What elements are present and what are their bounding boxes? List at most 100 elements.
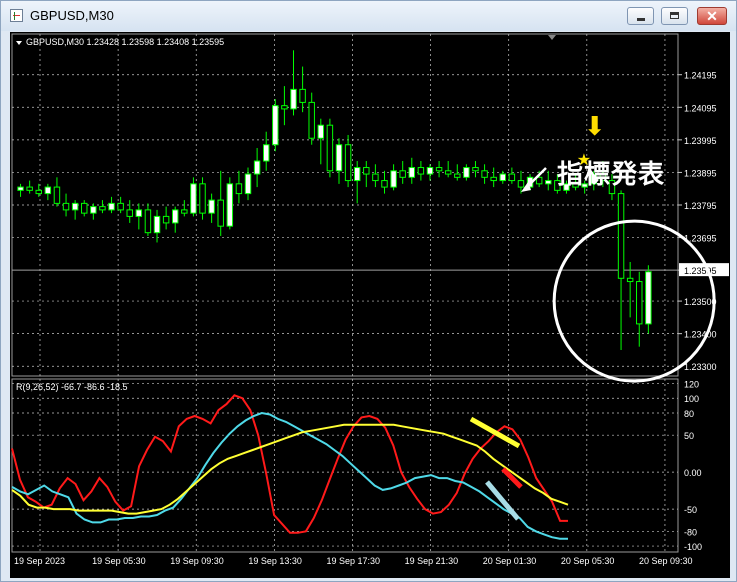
- candle-body: [335, 144, 343, 172]
- price-axis-label: 1.23300: [684, 362, 717, 372]
- indicator-axis-label: 50: [684, 431, 694, 441]
- candle-body: [181, 209, 188, 214]
- candle-body: [117, 202, 124, 211]
- candle-body: [135, 209, 143, 217]
- chart-area[interactable]: 19 Sep 2023 19 Sep 05:30 19 Sep 09:30 19 Se…: [10, 32, 730, 578]
- time-axis-label: 20 Sep 09:30: [639, 556, 693, 566]
- price-and-indicator-chart[interactable]: 19 Sep 2023 19 Sep 05:30 19 Sep 09:30 19 Se…: [10, 32, 730, 578]
- candle: [199, 177, 206, 220]
- indicator-axis-label: -50: [684, 505, 697, 515]
- window-title: GBPUSD,M30: [30, 8, 114, 23]
- minimize-icon: [628, 8, 653, 24]
- time-axis-label: 19 Sep 05:30: [92, 556, 146, 566]
- candle-body: [272, 105, 279, 146]
- chart-app-icon: [10, 9, 23, 22]
- candle-body: [44, 186, 52, 195]
- candle-body: [162, 215, 170, 224]
- candle-body: [217, 199, 224, 227]
- candle-body: [363, 167, 370, 175]
- time-axis-label: 19 Sep 17:30: [326, 556, 380, 566]
- candle-body: [472, 167, 479, 172]
- indicator-axis-label: 80: [684, 409, 694, 419]
- candle-body: [408, 167, 416, 178]
- maximize-icon: [662, 8, 687, 24]
- candle-body: [372, 173, 379, 182]
- candle-body: [281, 105, 288, 110]
- candle-body: [308, 101, 315, 139]
- announcement-caption: 指標発表: [557, 159, 666, 189]
- candle-body: [208, 199, 215, 214]
- candle-body: [353, 167, 361, 182]
- price-axis-label: 1.24195: [684, 71, 717, 81]
- candle-body: [171, 209, 179, 224]
- down-arrow-icon: ⬇: [584, 112, 606, 142]
- indicator-axis-label: 0.00: [684, 468, 702, 478]
- candle-body: [144, 209, 152, 234]
- candle-body: [199, 183, 206, 214]
- indicator-axis-label: -80: [684, 527, 697, 537]
- current-price-label: 1.23595: [684, 266, 717, 276]
- candle-body: [508, 173, 516, 182]
- candle-body: [545, 180, 552, 185]
- price-axis-label: 1.24095: [684, 103, 717, 113]
- indicator-axis-label: 120: [684, 379, 699, 389]
- candle-body: [81, 202, 88, 214]
- candle-body: [645, 271, 652, 325]
- candle-body: [126, 209, 133, 217]
- candle-body: [626, 277, 634, 283]
- candle: [272, 99, 279, 152]
- candle-body: [290, 88, 297, 110]
- price-axis-label: 1.23795: [684, 201, 717, 211]
- candle-body: [226, 183, 234, 227]
- candle-body: [490, 176, 497, 182]
- candle-body: [26, 186, 33, 191]
- candle: [226, 177, 234, 230]
- candle-body: [317, 124, 325, 139]
- chart-window: GBPUSD,M30 ✕ 19 Sep 2023 19 Sep 05:30 19 S…: [0, 0, 737, 582]
- candle-body: [517, 180, 525, 188]
- symbol-header: GBPUSD,M30 1.23428 1.23598 1.23408 1.235…: [26, 37, 224, 47]
- candle-body: [53, 186, 61, 204]
- candle-body: [299, 88, 306, 103]
- candle-body: [617, 193, 625, 279]
- candle: [326, 118, 334, 178]
- candle-body: [454, 173, 461, 178]
- candle-body: [90, 206, 97, 214]
- candle-body: [244, 173, 252, 195]
- candle-body: [344, 144, 352, 182]
- candle-body: [71, 202, 79, 211]
- candle-body: [444, 170, 452, 175]
- candle-body: [17, 186, 24, 191]
- price-axis-label: 1.23400: [684, 330, 717, 340]
- time-axis-label: 20 Sep 01:30: [483, 556, 537, 566]
- candle-body: [426, 167, 434, 175]
- time-axis-label: 20 Sep 05:30: [561, 556, 615, 566]
- candle-body: [417, 167, 425, 175]
- candle-body: [62, 202, 70, 211]
- title-bar[interactable]: GBPUSD,M30 ✕: [1, 1, 736, 31]
- minimize-button[interactable]: [627, 7, 654, 25]
- candle-body: [108, 202, 115, 211]
- price-axis-label: 1.23500: [684, 297, 717, 307]
- candle: [645, 265, 652, 334]
- candle-body: [481, 170, 488, 178]
- candle-body: [399, 170, 406, 178]
- close-button[interactable]: ✕: [697, 7, 727, 25]
- indicator-axis-label: -100: [684, 542, 702, 552]
- time-axis-label: 19 Sep 09:30: [170, 556, 224, 566]
- candle-body: [463, 167, 470, 178]
- candle-body: [235, 183, 243, 195]
- time-axis-label: 19 Sep 21:30: [405, 556, 459, 566]
- candle-body: [636, 281, 643, 325]
- price-axis-label: 1.23895: [684, 168, 717, 178]
- maximize-button[interactable]: [661, 7, 688, 25]
- candle-body: [35, 189, 42, 195]
- close-icon: ✕: [706, 8, 718, 24]
- candle-body: [153, 215, 161, 234]
- time-axis-label: 19 Sep 2023: [14, 556, 65, 566]
- time-axis-label: 19 Sep 13:30: [248, 556, 302, 566]
- candle-body: [262, 144, 270, 162]
- candle-body: [390, 170, 397, 188]
- candle-body: [190, 183, 197, 214]
- indicator-axis-label: 100: [684, 394, 699, 404]
